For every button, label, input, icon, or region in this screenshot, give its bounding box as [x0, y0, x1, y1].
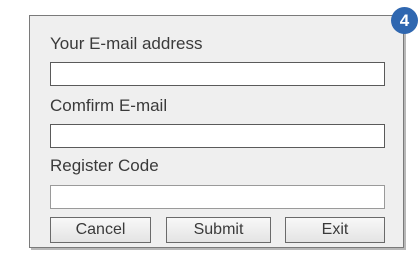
- submit-button[interactable]: Submit: [166, 217, 271, 243]
- page: Your E-mail address Comfirm E-mail Regis…: [0, 0, 418, 264]
- register-code-label: Register Code: [50, 156, 159, 175]
- registration-dialog: Your E-mail address Comfirm E-mail Regis…: [29, 15, 404, 248]
- email-field[interactable]: [50, 62, 385, 86]
- confirm-email-label: Comfirm E-mail: [50, 96, 168, 115]
- confirm-email-field[interactable]: [50, 124, 385, 148]
- exit-button[interactable]: Exit: [285, 217, 385, 243]
- step-number-badge: 4: [391, 7, 418, 34]
- register-code-field[interactable]: [50, 185, 385, 209]
- email-label: Your E-mail address: [50, 34, 203, 53]
- cancel-button[interactable]: Cancel: [50, 217, 151, 243]
